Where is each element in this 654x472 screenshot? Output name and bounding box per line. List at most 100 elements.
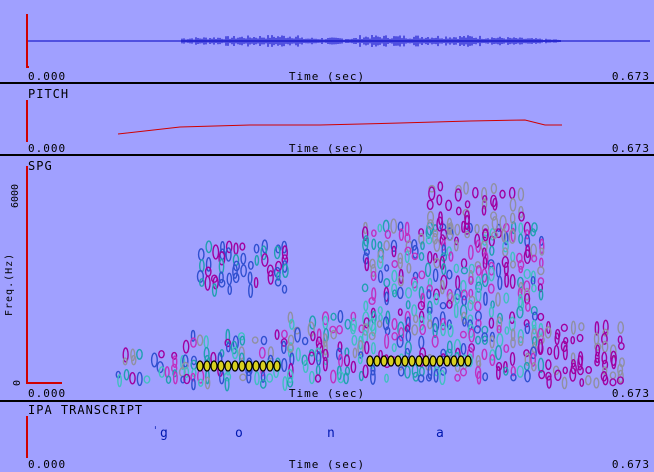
ipa-time-end: 0.673 <box>611 458 650 471</box>
spectrogram-peak <box>443 355 451 367</box>
spectrogram-cell <box>239 373 247 382</box>
spectrogram-cell <box>383 240 390 251</box>
spectrogram-peak <box>415 355 423 367</box>
spectrogram-cell <box>404 250 410 264</box>
spectrogram-cell <box>391 332 399 341</box>
spectrogram-cell <box>307 351 316 365</box>
spectrogram-cell <box>384 264 390 272</box>
spectrogram-cell <box>472 187 479 199</box>
spectrogram-cell <box>190 337 197 348</box>
spectrogram-cell <box>412 280 418 292</box>
spectrogram-cell <box>330 369 337 384</box>
spectrogram-cell <box>172 371 178 385</box>
spectrogram-cell <box>391 318 398 331</box>
spectrogram-peak <box>422 355 430 367</box>
pitch-time-end: 0.673 <box>611 142 650 155</box>
spectrogram-time-axis-label: Time (sec) <box>288 387 366 400</box>
spectrogram-cell <box>601 340 609 353</box>
spectrogram-cell <box>376 320 383 328</box>
spectrogram-cell <box>384 291 390 306</box>
spectrogram-peak <box>373 355 381 367</box>
spectrogram-cell <box>578 322 585 332</box>
spectrogram-cell <box>275 260 283 272</box>
spectrogram-cell <box>531 362 537 372</box>
spectrogram-cell <box>396 286 404 300</box>
spectrogram-cell <box>294 327 301 343</box>
spectrogram-cell <box>182 339 190 354</box>
spectrogram-cell <box>405 287 413 299</box>
spectrogram-cell <box>226 272 233 286</box>
spectrogram-cell <box>562 366 568 375</box>
spectrogram-cell <box>504 326 510 335</box>
spectrogram-peak <box>252 360 260 372</box>
spectrogram-cell <box>158 349 165 359</box>
spectrogram-cell <box>455 206 462 216</box>
spectrogram-cell <box>585 366 593 375</box>
spectrogram-cell <box>212 244 220 260</box>
spectrogram-cell <box>547 346 553 356</box>
spectrogram-cell <box>510 251 516 263</box>
spectrogram-cell <box>371 238 377 250</box>
spectrogram-cell <box>352 347 358 359</box>
spectrogram-cell <box>203 335 209 349</box>
spectrogram-cell <box>253 243 260 254</box>
spectrogram-cell <box>461 295 467 307</box>
spectrogram-peak <box>245 360 253 372</box>
spectrogram-cell <box>247 260 254 270</box>
spectrogram-cell <box>609 371 617 380</box>
spectrogram-cell <box>488 306 495 318</box>
ipa-panel-label: IPA TRANSCRIPT <box>28 403 144 417</box>
spectrogram-peak <box>203 360 211 372</box>
spectrogram-peak <box>380 355 388 367</box>
spectrogram-cell <box>197 248 205 261</box>
spectrogram-cell <box>377 270 384 284</box>
spectrogram-cell <box>524 323 531 335</box>
spectrogram-cell <box>384 333 390 349</box>
spectrogram-cell <box>464 200 471 209</box>
spectrogram-cell <box>490 211 498 221</box>
spectrogram-cell <box>584 375 592 386</box>
spectrogram-cell <box>196 334 204 347</box>
spectrogram-cell <box>424 262 432 278</box>
spectrogram-cell <box>518 233 524 245</box>
spectrogram-cell <box>364 340 370 355</box>
spectrogram-cell <box>247 271 253 285</box>
spectrogram-cell <box>570 336 576 345</box>
spectrogram-cell <box>378 313 383 322</box>
spectrogram-cell <box>426 199 434 211</box>
spectrogram-cell <box>439 279 445 295</box>
spectrogram-peak <box>238 360 246 372</box>
spectrogram-cell <box>411 304 418 317</box>
spectrogram-cell <box>537 312 545 322</box>
spectrogram-cell <box>538 257 544 268</box>
spectrogram-cell <box>404 341 412 355</box>
spectrogram-cell <box>260 335 268 346</box>
spectrogram-cell <box>560 323 568 332</box>
spectrogram-peak <box>259 360 267 372</box>
spectrogram-cell <box>254 371 260 386</box>
spectrogram-cell <box>481 348 488 361</box>
spectrogram-cell <box>447 292 455 305</box>
spectrogram-cell <box>531 283 537 293</box>
spectrogram-cell <box>496 366 501 380</box>
spectrogram-cell <box>460 266 469 275</box>
ipa-segment: g <box>160 426 168 441</box>
spectrogram-cell <box>330 312 337 321</box>
spectrogram-peak <box>266 360 274 372</box>
spectrogram-peak <box>450 355 458 367</box>
spectrogram-cell <box>496 333 504 347</box>
waveform-panel: 0.000 Time (sec) 0.673 <box>0 0 654 84</box>
ipa-panel: IPA TRANSCRIPT ˈ g o n a 0.000 Time (sec… <box>0 402 654 472</box>
spectrogram-cell <box>390 218 398 234</box>
spectrogram-cell <box>464 215 470 231</box>
spectrogram-cell <box>538 338 543 355</box>
spectrogram-plot <box>115 181 625 392</box>
spectrogram-cell <box>455 275 461 291</box>
ipa-segment: o <box>235 426 243 441</box>
spectrogram-cell <box>475 335 482 345</box>
spectrogram-cell <box>267 270 274 285</box>
spectrogram-cell <box>518 222 524 235</box>
spectrogram-cell <box>474 301 482 312</box>
spectrogram-cell <box>510 373 517 382</box>
spectrogram-cell <box>211 283 218 297</box>
